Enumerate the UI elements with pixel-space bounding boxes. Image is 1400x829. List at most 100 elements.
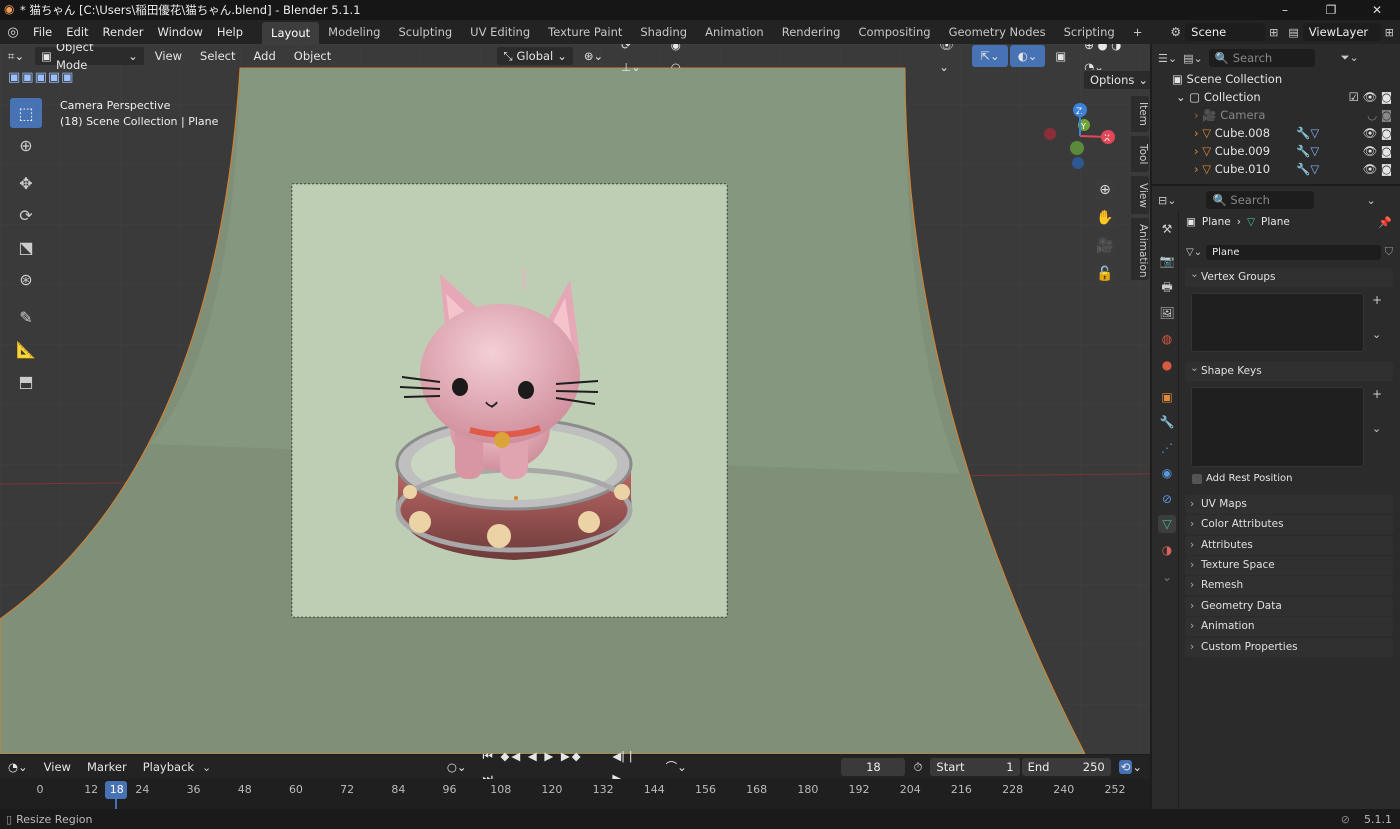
display-mode-icon[interactable]: ▤⌄ [1183,52,1203,65]
view-layer-icon[interactable]: ▤ [1288,26,1298,39]
mesh-browse-icon[interactable]: ▽⌄ [1186,247,1202,258]
outliner-item-cube-009[interactable]: › ▽ Cube.009 🔧▽ 👁 ◙ [1152,142,1400,160]
auto-keying-icon[interactable]: ○⌄ [439,756,475,778]
timeline-menu-marker[interactable]: Marker [79,756,135,778]
panel-geometry-data[interactable]: Geometry Data [1185,597,1393,616]
stopwatch-icon[interactable]: ⏱ [905,756,930,778]
panel-vertex-groups[interactable]: Vertex Groups [1185,265,1393,287]
viewport-3d[interactable]: Z Y X ⌗⌄ ▣Object Mode⌄ View Select Add O… [0,44,1150,754]
panel-animation[interactable]: Animation [1185,617,1393,636]
tab-animation-sidebar[interactable]: Animation [1131,218,1149,280]
annotate-tool-icon[interactable]: ✎ [10,302,42,332]
tab-compositing[interactable]: Compositing [849,20,939,44]
options-dropdown[interactable]: Options ⌄ [1083,70,1150,90]
vertex-groups-menu-icon[interactable]: ⌄ [1372,328,1381,341]
shape-keys-menu-icon[interactable]: ⌄ [1372,422,1381,435]
constraints-properties-icon[interactable]: ⊘ [1158,490,1176,508]
measure-tool-icon[interactable]: 📐 [10,334,42,364]
outliner-search-input[interactable]: 🔍 Search [1208,49,1315,67]
panel-shape-keys[interactable]: Shape Keys [1185,359,1393,381]
current-frame-field[interactable]: 18 [841,758,906,776]
sync-icon[interactable]: ⟲ ⌄ [1111,756,1150,778]
properties-search-input[interactable]: 🔍 Search [1206,191,1315,209]
pin-icon[interactable]: 📌 [1378,216,1392,229]
close-window-button[interactable]: ✕ [1354,0,1400,20]
output-properties-icon[interactable]: 🖶 [1158,278,1176,296]
scale-tool-icon[interactable]: ⬔ [10,232,42,262]
collection-visibility-icons[interactable]: ☑ 👁 ◙ [1349,88,1392,106]
add-shape-key-button[interactable]: + [1372,387,1382,401]
outliner-item-camera[interactable]: › 🎥 Camera ◡ ◙ [1152,106,1400,124]
snap-icon[interactable]: ⟳ ⊥⌄ [613,44,661,78]
menu-edit[interactable]: Edit [59,20,95,44]
transform-tool-icon[interactable]: ⊛ [10,264,42,294]
scene-properties-icon[interactable]: ◍ [1158,330,1176,348]
pan-hand-icon[interactable]: ✋ [1093,206,1117,230]
menu-select[interactable]: Select [192,45,243,67]
tab-layout[interactable]: Layout [262,22,320,44]
pivot-point-icon[interactable]: ⊛⌄ [576,45,611,67]
menu-help[interactable]: Help [210,20,250,44]
panel-uv-maps[interactable]: UV Maps [1185,495,1393,514]
tab-scripting[interactable]: Scripting [1055,20,1124,44]
menu-render[interactable]: Render [96,20,151,44]
tab-rendering[interactable]: Rendering [773,20,850,44]
zoom-icon[interactable]: ⊕ [1093,178,1117,202]
add-workspace-button[interactable]: + [1124,20,1152,44]
outliner-editor-icon[interactable]: ☰⌄ [1158,52,1177,65]
properties-editor-icon[interactable]: ⊟⌄ [1158,194,1176,207]
end-frame-field[interactable]: End 250 [1021,758,1111,776]
menu-object[interactable]: Object [286,45,339,67]
tab-tool[interactable]: Tool [1131,136,1149,172]
editor-type-icon[interactable]: ⌗⌄ [0,45,32,67]
timeline-editor-icon[interactable]: ◔⌄ [0,756,36,778]
add-cube-tool-icon[interactable]: ⬒ [10,366,42,396]
timeline-menu-playback[interactable]: Playback [135,756,202,778]
view-layer-properties-icon[interactable]: 🖼 [1158,304,1176,322]
outliner-collection[interactable]: ⌄ ▢ Collection ☑ 👁 ◙ [1152,88,1400,106]
physics-properties-icon[interactable]: ◉ [1158,464,1176,482]
timeline-area[interactable] [0,779,1150,809]
start-frame-field[interactable]: Start 1 [930,758,1020,776]
outliner-item-cube-010[interactable]: › ▽ Cube.010 🔧▽ 👁 ◙ [1152,160,1400,178]
tool-settings-icon[interactable]: ⚒ [1158,220,1176,238]
fake-user-shield-icon[interactable]: ⛉ [1385,245,1393,259]
select-box-tool-icon[interactable]: ⬚ [10,98,42,128]
scene-name-field[interactable]: Scene [1185,23,1266,41]
maximize-button[interactable]: ❐ [1308,0,1354,20]
tab-animation[interactable]: Animation [696,20,773,44]
panel-color-attributes[interactable]: Color Attributes [1185,515,1393,534]
transform-orientation-select[interactable]: ⤡ Global ⌄ [496,46,574,66]
rotate-tool-icon[interactable]: ⟳ [10,200,42,230]
view-layer-field[interactable]: ViewLayer [1302,23,1381,41]
select-mode-icons[interactable]: ▣▣▣▣▣ [8,70,74,85]
tab-geometry-nodes[interactable]: Geometry Nodes [940,20,1055,44]
tab-texture-paint[interactable]: Texture Paint [539,20,631,44]
object-properties-icon[interactable]: ▣ [1158,388,1176,406]
panel-remesh[interactable]: Remesh [1185,576,1393,595]
mesh-name-field[interactable]: Plane [1206,244,1381,260]
chevron-down-icon[interactable]: ⌄ [1158,568,1176,586]
snap-timeline-icon[interactable]: ⌒⌄ [658,756,695,778]
panel-attributes[interactable]: Attributes [1185,536,1393,555]
add-rest-position-checkbox[interactable]: Add Rest Position [1192,473,1292,484]
tab-modeling[interactable]: Modeling [319,20,389,44]
vertex-groups-list[interactable] [1191,293,1364,352]
menu-add[interactable]: Add [246,45,284,67]
minimize-button[interactable]: – [1262,0,1308,20]
move-tool-icon[interactable]: ✥ [10,168,42,198]
outliner-scene-collection[interactable]: ▣ Scene Collection [1152,70,1400,88]
render-properties-icon[interactable]: 📷 [1158,252,1176,270]
menu-window[interactable]: Window [150,20,209,44]
view-layer-copy-icon[interactable]: ⊞ [1385,26,1394,39]
mesh-data-properties-icon[interactable]: ▽ [1158,515,1176,533]
material-properties-icon[interactable]: ◑ [1158,541,1176,559]
particles-properties-icon[interactable]: ⋰ [1158,439,1176,457]
menu-file[interactable]: File [26,20,59,44]
scene-icon[interactable]: ⚙ [1170,25,1181,39]
camera-view-icon[interactable]: 🎥 [1093,234,1117,258]
outliner-item-cube-008[interactable]: › ▽ Cube.008 🔧▽ 👁 ◙ [1152,124,1400,142]
pin-scene-icon[interactable]: ⊞ [1269,26,1278,39]
shape-keys-list[interactable] [1191,387,1364,467]
panel-custom-properties[interactable]: Custom Properties [1185,638,1393,657]
